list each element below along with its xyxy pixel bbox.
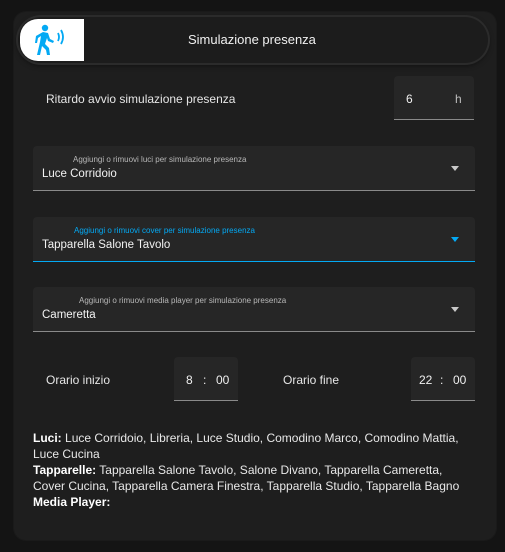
- chevron-down-icon[interactable]: [451, 237, 459, 242]
- end-hour[interactable]: 22: [419, 373, 432, 387]
- summary-covers-value: Tapparella Salone Tavolo, Salone Divano,…: [33, 463, 460, 493]
- card-header: Simulazione presenza: [18, 17, 488, 63]
- start-time-label: Orario inizio: [46, 373, 111, 387]
- media-select-label: Aggiungi o rimuovi media player per simu…: [79, 296, 287, 305]
- summary-covers: Tapparelle: Tapparella Salone Tavolo, Sa…: [33, 462, 473, 494]
- covers-select-value: Tapparella Salone Tavolo: [42, 239, 171, 251]
- summary-lights: Luci: Luce Corridoio, Libreria, Luce Stu…: [33, 430, 473, 462]
- summary: Luci: Luce Corridoio, Libreria, Luce Stu…: [33, 430, 473, 510]
- lights-select-label: Aggiungi o rimuovi luci per simulazione …: [73, 155, 247, 164]
- summary-media: Media Player:: [33, 494, 473, 510]
- walking-person-icon: [35, 24, 64, 55]
- end-minute[interactable]: 00: [453, 373, 466, 387]
- delay-label: Ritardo avvio simulazione presenza: [46, 92, 236, 106]
- chevron-down-icon[interactable]: [451, 307, 459, 312]
- media-select-value: Cameretta: [42, 309, 96, 321]
- header-title: Simulazione presenza: [188, 32, 316, 47]
- delay-value: 6: [406, 92, 413, 106]
- summary-media-label: Media Player:: [33, 495, 111, 509]
- media-select[interactable]: Aggiungi o rimuovi media player per simu…: [33, 287, 475, 332]
- end-sep: :: [440, 373, 444, 387]
- end-time-input[interactable]: 22 : 00: [411, 357, 475, 401]
- start-time-input[interactable]: 8 : 00: [174, 357, 238, 401]
- summary-lights-label: Luci:: [33, 431, 62, 445]
- summary-covers-label: Tapparelle:: [33, 463, 97, 477]
- start-sep: :: [203, 373, 207, 387]
- start-hour[interactable]: 8: [186, 373, 193, 387]
- delay-unit: h: [455, 92, 462, 106]
- end-time-label: Orario fine: [283, 373, 340, 387]
- summary-lights-value: Luce Corridoio, Libreria, Luce Studio, C…: [33, 431, 459, 461]
- chevron-down-icon[interactable]: [451, 166, 459, 171]
- start-minute[interactable]: 00: [216, 373, 229, 387]
- header-icon-box[interactable]: [20, 19, 84, 61]
- lights-select-value: Luce Corridoio: [42, 168, 117, 180]
- covers-select[interactable]: Aggiungi o rimuovi cover per simulazione…: [33, 217, 475, 262]
- lights-select[interactable]: Aggiungi o rimuovi luci per simulazione …: [33, 146, 475, 191]
- covers-select-label: Aggiungi o rimuovi cover per simulazione…: [74, 226, 255, 235]
- delay-input[interactable]: 6 h: [394, 76, 474, 120]
